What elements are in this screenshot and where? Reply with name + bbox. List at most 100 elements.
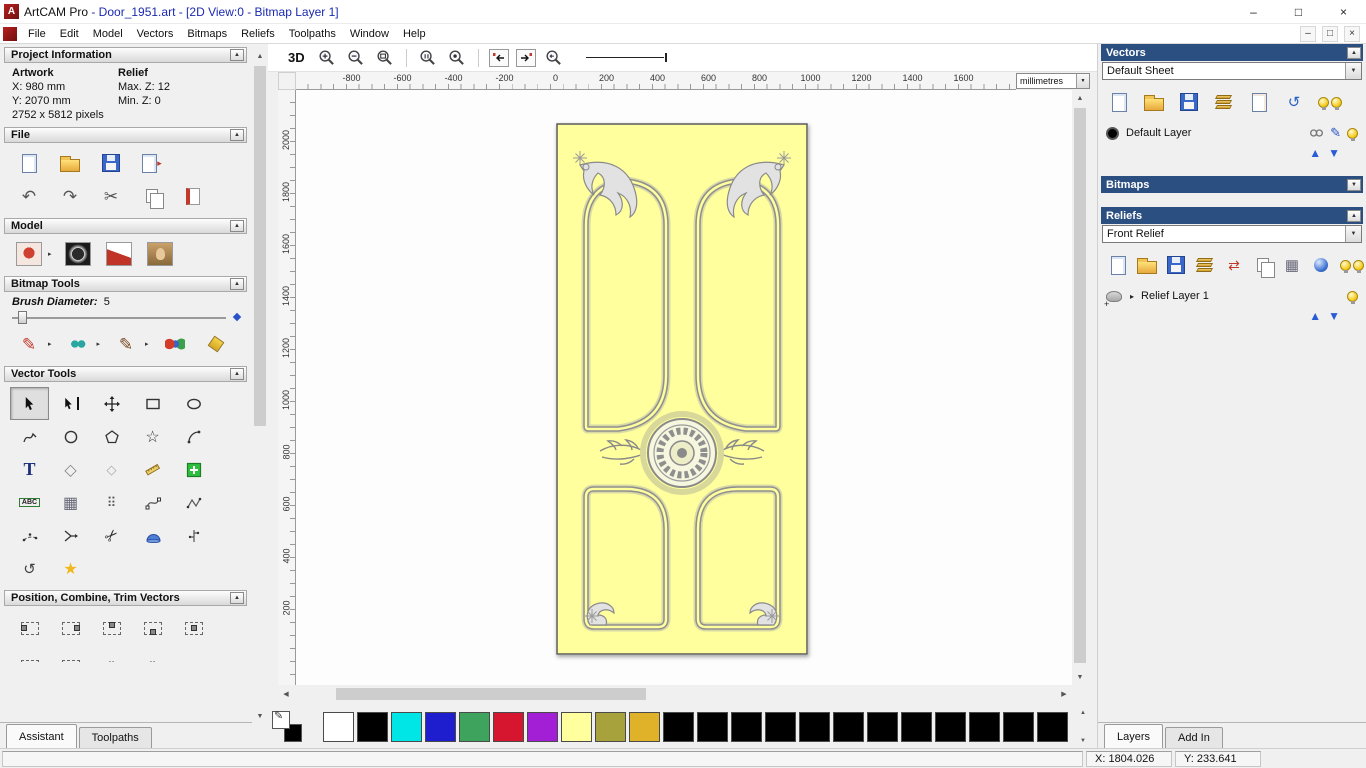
save-file-icon[interactable]: [96, 149, 126, 177]
units-dropdown[interactable]: millimetres ▼: [1016, 73, 1090, 89]
move-layer-up-button[interactable]: ▲: [1309, 146, 1321, 160]
paste-special-tool[interactable]: [174, 453, 213, 486]
scroll-down-button[interactable]: ▼: [1072, 669, 1088, 685]
join-vectors-tool[interactable]: [51, 519, 90, 552]
scroll-up-button[interactable]: ▲: [252, 48, 268, 64]
mdi-minimize-button[interactable]: –: [1300, 25, 1316, 42]
extrude-dome-tool[interactable]: [133, 519, 172, 552]
layer-visibility-icon[interactable]: [1347, 127, 1358, 141]
collapse-model-button[interactable]: ▲: [230, 220, 244, 232]
offset-vector-tool[interactable]: ◇: [92, 453, 131, 486]
relief-visibility-icon[interactable]: [1347, 290, 1358, 304]
palette-swatch[interactable]: [459, 711, 490, 742]
line-thickness-widget[interactable]: [585, 53, 667, 62]
create-ellipse-tool[interactable]: [174, 387, 213, 420]
align-bottom-tool[interactable]: [133, 612, 172, 645]
node-editing-tool[interactable]: [51, 387, 90, 420]
create-polyline-tool[interactable]: [10, 420, 49, 453]
link-layer-icon[interactable]: [1309, 128, 1324, 138]
menu-item[interactable]: Bitmaps: [180, 24, 234, 43]
paint-bucket-icon[interactable]: [201, 330, 231, 358]
menu-item[interactable]: Help: [396, 24, 433, 43]
section-profile-tool[interactable]: [174, 519, 213, 552]
minimize-button[interactable]: –: [1231, 0, 1276, 23]
create-text-tool[interactable]: T: [10, 453, 49, 486]
open-vector-layer-icon[interactable]: [1143, 88, 1165, 116]
vector-layer-row[interactable]: Default Layer ✎: [1098, 122, 1366, 144]
expander-icon[interactable]: ▸: [1130, 292, 1134, 301]
align-centre-tool[interactable]: [174, 612, 213, 645]
assistant-tab[interactable]: Assistant: [6, 724, 77, 748]
new-relief-layer-icon[interactable]: [1108, 251, 1128, 279]
snap-toggle-button[interactable]: [488, 48, 509, 67]
collapse-bitmap-tools-button[interactable]: ▲: [230, 278, 244, 290]
assistant-tab[interactable]: Toolpaths: [78, 727, 152, 748]
palette-swatch[interactable]: [969, 711, 1000, 742]
palette-swatch[interactable]: [833, 711, 864, 742]
adjust-greyscale-icon[interactable]: [63, 240, 93, 268]
new-sheet-icon[interactable]: [1248, 88, 1270, 116]
create-star-tool[interactable]: ☆: [133, 420, 172, 453]
palette-swatch[interactable]: [799, 711, 830, 742]
canvas-vertical-scrollbar[interactable]: ▲ ▼: [1072, 90, 1088, 685]
text-block-tool[interactable]: ABC: [10, 486, 49, 519]
zoom-previous-icon[interactable]: [543, 47, 565, 69]
palette-swatch[interactable]: [527, 711, 558, 742]
mdi-restore-button[interactable]: □: [1322, 25, 1338, 42]
menu-item[interactable]: Edit: [53, 24, 86, 43]
create-circle-tool[interactable]: [51, 420, 90, 453]
zoom-objects-icon[interactable]: [446, 47, 468, 69]
assistant-scrollbar[interactable]: ▲ ▼: [252, 48, 268, 724]
wrap-text-tool[interactable]: ◇: [51, 453, 90, 486]
save-relief-layer-icon[interactable]: [1166, 251, 1186, 279]
menu-item[interactable]: Window: [343, 24, 396, 43]
palette-swatch[interactable]: [935, 711, 966, 742]
paste-icon[interactable]: [137, 182, 167, 210]
scroll-left-button[interactable]: ◀: [278, 686, 294, 702]
create-arc-tool[interactable]: [174, 420, 213, 453]
relief-layer-row[interactable]: ▸ Relief Layer 1: [1098, 285, 1366, 309]
flyout-arrow-icon[interactable]: ▸: [48, 250, 52, 258]
scroll-up-button[interactable]: ▲: [1077, 710, 1089, 716]
collapse-file-button[interactable]: ▲: [230, 129, 244, 141]
nest-vectors-tool[interactable]: Nes: [174, 650, 213, 663]
flyout-arrow-icon[interactable]: ▸: [48, 340, 52, 348]
select-vectors-tool[interactable]: [10, 387, 49, 420]
flood-fill-icon[interactable]: [63, 330, 93, 358]
redo-icon[interactable]: ↷: [55, 182, 85, 210]
new-model-icon[interactable]: [14, 149, 44, 177]
measure-tool[interactable]: [133, 453, 172, 486]
expand-bitmaps-button[interactable]: ▼: [1347, 178, 1361, 191]
collapse-position-button[interactable]: ▲: [230, 592, 244, 604]
merge-layers-icon[interactable]: [1213, 88, 1235, 116]
move-relief-up-button[interactable]: ▲: [1309, 309, 1321, 323]
ungroup-vectors-tool[interactable]: [51, 650, 90, 662]
flyout-arrow-icon[interactable]: ▸: [145, 340, 149, 348]
layer-colour-swatch[interactable]: [1106, 126, 1119, 140]
zoom-in-icon[interactable]: [316, 47, 338, 69]
transform-vectors-tool[interactable]: [92, 387, 131, 420]
menu-item[interactable]: Toolpaths: [282, 24, 343, 43]
new-vector-layer-icon[interactable]: [1108, 88, 1130, 116]
group-vectors-tool[interactable]: [10, 650, 49, 662]
scrollbar-thumb[interactable]: [336, 688, 646, 700]
spin-profile-tool[interactable]: ↺: [10, 552, 49, 585]
align-left-tool[interactable]: [10, 612, 49, 645]
toggle-relief-visibility-icon[interactable]: [1340, 251, 1364, 279]
drawing-canvas[interactable]: [296, 90, 1072, 685]
scrollbar-thumb[interactable]: [1074, 108, 1086, 663]
layers-tab[interactable]: Add In: [1165, 727, 1223, 748]
scroll-up-button[interactable]: ▲: [1072, 90, 1088, 106]
curve-fit-tool[interactable]: [133, 486, 172, 519]
align-top-tool[interactable]: [92, 612, 131, 645]
collapse-project-information-button[interactable]: ▲: [230, 49, 244, 61]
palette-swatch[interactable]: [1037, 711, 1068, 742]
move-relief-down-button[interactable]: ▼: [1328, 309, 1340, 323]
palette-swatch[interactable]: [629, 711, 660, 742]
delete-layer-icon[interactable]: ↺: [1283, 88, 1305, 116]
collapse-reliefs-button[interactable]: ▲: [1347, 209, 1361, 222]
undo-icon[interactable]: ↶: [14, 182, 44, 210]
collapse-vectors-button[interactable]: ▲: [1347, 46, 1361, 59]
palette-swatch[interactable]: [731, 711, 762, 742]
scroll-right-button[interactable]: ▶: [1056, 686, 1072, 702]
